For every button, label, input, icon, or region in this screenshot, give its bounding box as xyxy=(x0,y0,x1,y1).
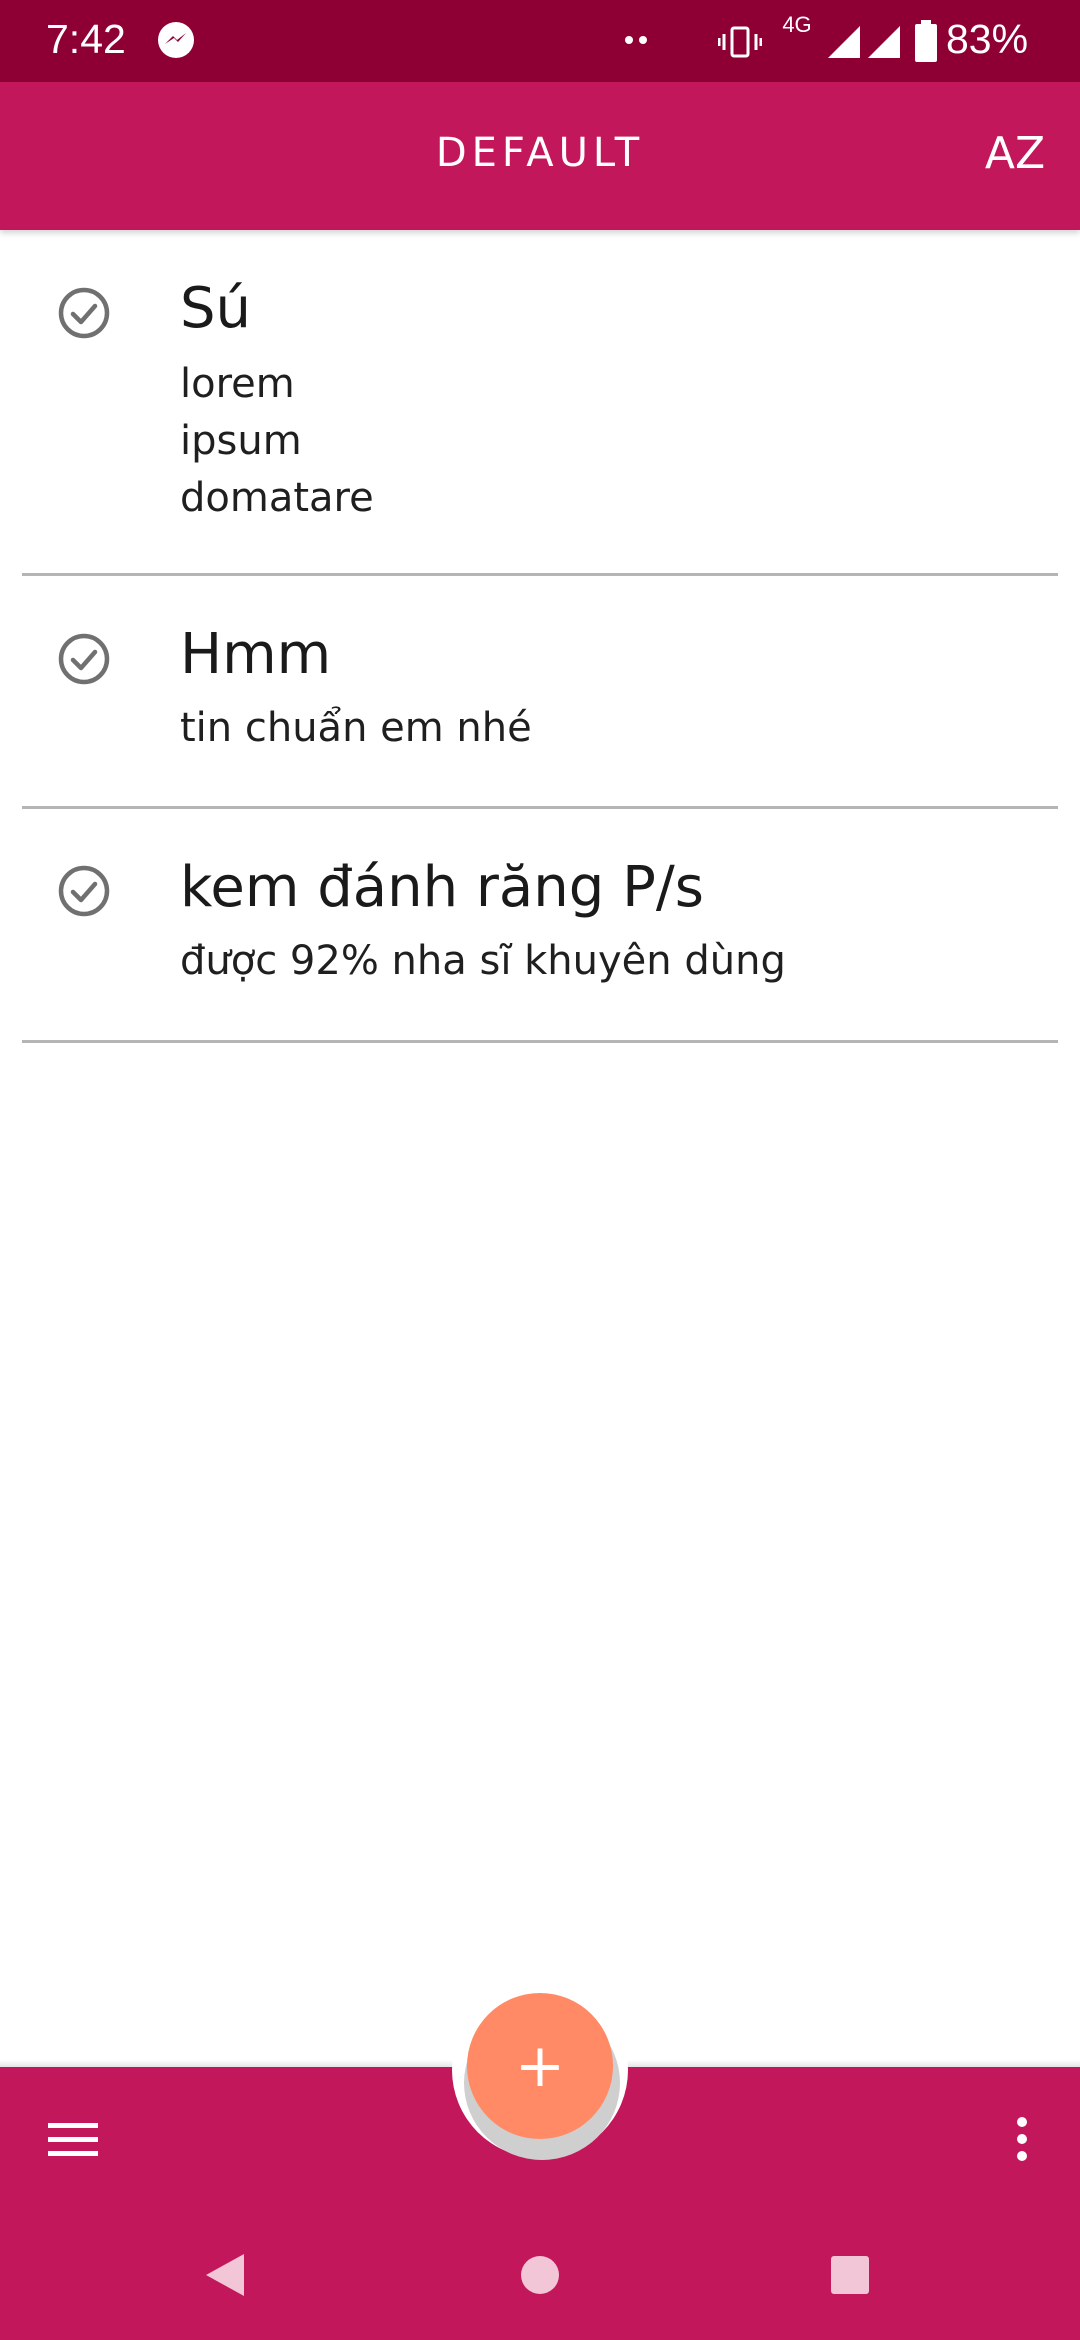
plus-icon: + xyxy=(514,2031,566,2101)
list-item[interactable]: Hmm tin chuẩn em nhé xyxy=(22,576,1058,809)
battery-percent: 83% xyxy=(946,16,1029,62)
item-content: tin chuẩn em nhé xyxy=(180,690,1058,757)
network-type: 4G xyxy=(782,12,812,37)
nav-back-icon[interactable] xyxy=(204,2252,246,2298)
status-time: 7:42 xyxy=(46,16,126,62)
item-content: lorem ipsum domatare xyxy=(180,344,1058,527)
list-item[interactable]: kem đánh răng P/s được 92% nha sĩ khuyên… xyxy=(22,809,1058,1043)
item-line: được 92% nha sĩ khuyên dùng xyxy=(180,938,786,984)
menu-icon[interactable] xyxy=(48,2120,98,2160)
item-line: tin chuẩn em nhé xyxy=(180,705,532,751)
sort-az-button[interactable]: AZ xyxy=(982,128,1048,190)
signal-icon xyxy=(868,26,900,58)
list-item[interactable]: Sú lorem ipsum domatare xyxy=(22,230,1058,576)
item-content: được 92% nha sĩ khuyên dùng xyxy=(180,923,1058,990)
item-line: lorem xyxy=(180,361,295,407)
status-bar: 7:42 4G 83% xyxy=(0,0,1080,82)
sort-az-icon: AZ xyxy=(984,128,1046,179)
more-vert-icon[interactable] xyxy=(1012,2114,1032,2164)
nav-home-icon[interactable] xyxy=(520,2255,560,2295)
check-circle-icon[interactable] xyxy=(56,285,112,341)
add-note-button[interactable]: + xyxy=(467,1993,613,2139)
notes-list: Sú lorem ipsum domatare Hmm tin chuẩn em… xyxy=(0,230,1080,1043)
signal-icon xyxy=(828,26,860,58)
item-title: Sú xyxy=(180,276,252,341)
item-title: kem đánh răng P/s xyxy=(180,855,704,920)
item-line: domatare xyxy=(180,475,374,521)
dots-icon xyxy=(625,36,647,44)
nav-recent-icon[interactable] xyxy=(830,2255,870,2295)
app-bar: DEFAULT AZ xyxy=(0,82,1080,230)
item-line: ipsum xyxy=(180,418,302,464)
messenger-icon xyxy=(158,22,194,58)
check-circle-icon[interactable] xyxy=(56,863,112,919)
check-circle-icon[interactable] xyxy=(56,631,112,687)
battery-icon xyxy=(915,20,937,62)
page-title: DEFAULT xyxy=(435,130,645,176)
item-title: Hmm xyxy=(180,622,332,687)
vibrate-icon xyxy=(718,26,762,58)
